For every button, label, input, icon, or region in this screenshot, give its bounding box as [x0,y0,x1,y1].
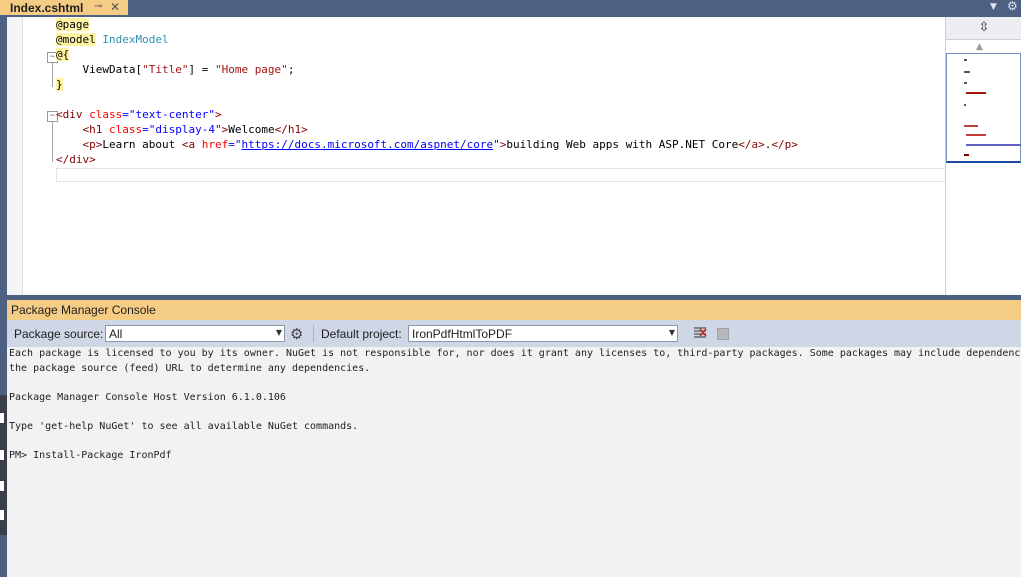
code-token: @page [56,18,90,31]
code-token: "text-center" [128,108,215,121]
code-token: ViewData[ [56,63,143,76]
code-token: " [493,138,500,151]
code-token: </div> [56,153,96,166]
code-token: =" [228,138,242,151]
default-project-select[interactable]: IronPdfHtmlToPDF ▼ [408,325,678,342]
console-line: Each package is licensed to you by its o… [9,348,1021,359]
code-token: class [89,108,123,121]
code-token: ; [287,63,295,76]
code-line[interactable]: @{ [56,47,798,62]
code-token: </h1> [274,123,308,136]
code-token: "display-4" [148,123,222,136]
code-token: IndexModel [102,33,169,46]
clear-console-icon[interactable] [693,326,707,340]
code-editor[interactable]: − − @page @model IndexModel @{ ViewData["T… [7,17,946,295]
vertical-scrollbar-minimap[interactable]: ⇳ ▲ [945,17,1021,295]
code-token: </a> [738,138,765,151]
code-line[interactable]: ViewData["Title"] = "Home page"; [56,62,798,77]
minimap-viewport[interactable] [946,53,1021,163]
dock-tab[interactable] [0,510,4,520]
default-project-value: IronPdfHtmlToPDF [412,327,513,341]
code-line[interactable]: @model IndexModel [56,32,798,47]
dock-tab[interactable] [0,450,4,460]
console-line: the package source (feed) URL to determi… [9,362,371,374]
tab-index-cshtml[interactable]: Index.cshtml ⊸ ✕ [0,0,128,15]
document-tab-strip: Index.cshtml ⊸ ✕ ▼ ⚙ [0,0,1021,16]
code-token: https://docs.microsoft.com/aspnet/core [241,138,494,151]
code-token: } [56,78,63,91]
code-line[interactable]: <p>Learn about <a href="https://docs.mic… [56,137,798,152]
scroll-up-icon[interactable]: ▲ [976,42,983,52]
code-line[interactable]: </div> [56,152,798,167]
code-token: > [214,108,222,121]
console-line: Type 'get-help NuGet' to see all availab… [9,420,359,432]
code-token: ] = [188,63,215,76]
fold-guide [52,122,53,162]
split-icon[interactable]: ⇳ [946,17,1021,40]
package-source-select[interactable]: All ▼ [105,325,285,342]
settings-gear-icon[interactable]: ⚙ [290,325,303,343]
code-line[interactable]: <div class="text-center"> [56,107,798,122]
stop-icon[interactable] [717,328,729,340]
pmc-title-bar: Package Manager Console [7,300,1021,320]
dropdown-icon[interactable]: ▼ [990,2,997,12]
code-token: @model [56,33,96,46]
code-line[interactable]: <h1 class="display-4">Welcome</h1> [56,122,798,137]
code-token: = [122,108,129,121]
minimap-preview [964,59,1021,156]
chevron-down-icon: ▼ [275,328,282,337]
code-token: Welcome [228,123,275,136]
console-text: Each package is licensed to you by its o… [9,347,1021,463]
console-line: PM> Install-Package IronPdf [9,449,172,461]
dock-tab[interactable] [0,413,4,423]
editor-gutter [7,17,23,295]
pmc-toolbar: Package source: All ▼ ⚙ Default project:… [7,320,1021,347]
code-line[interactable]: } [56,77,798,92]
code-token: Learn about [102,138,182,151]
default-project-label: Default project: [321,327,402,341]
code-token: <p> [82,138,103,151]
close-icon[interactable]: ✕ [110,0,120,14]
dock-tab[interactable] [0,481,4,491]
console-line: Package Manager Console Host Version 6.1… [9,391,286,403]
pin-icon[interactable]: ⊸ [94,1,102,12]
package-source-value: All [109,327,123,341]
code-line[interactable] [56,92,798,107]
toolbar-separator [313,325,314,342]
code-line[interactable]: @page [56,17,798,32]
gear-icon[interactable]: ⚙ [1007,0,1018,13]
code-token: "Title" [142,63,189,76]
code-token: class [109,123,143,136]
code-token: "Home page" [214,63,288,76]
code-token: </p> [771,138,798,151]
code-token: <div [56,108,90,121]
pmc-title: Package Manager Console [11,303,156,317]
code-token: @{ [56,48,70,61]
code-token: <h1 [82,123,109,136]
code-token: <a [181,138,202,151]
fold-guide [52,63,53,87]
code-token: = [142,123,149,136]
chevron-down-icon: ▼ [668,328,675,337]
pmc-console-output[interactable]: Each package is licensed to you by its o… [7,347,1021,577]
code-lines[interactable]: @page @model IndexModel @{ ViewData["Title… [56,17,798,167]
package-source-label: Package source: [14,327,104,341]
code-token: href [201,138,229,151]
code-token: building Web apps with ASP.NET Core [506,138,739,151]
tab-title: Index.cshtml [10,0,84,15]
left-dock-strip [0,395,7,535]
current-line-highlight [56,168,946,182]
